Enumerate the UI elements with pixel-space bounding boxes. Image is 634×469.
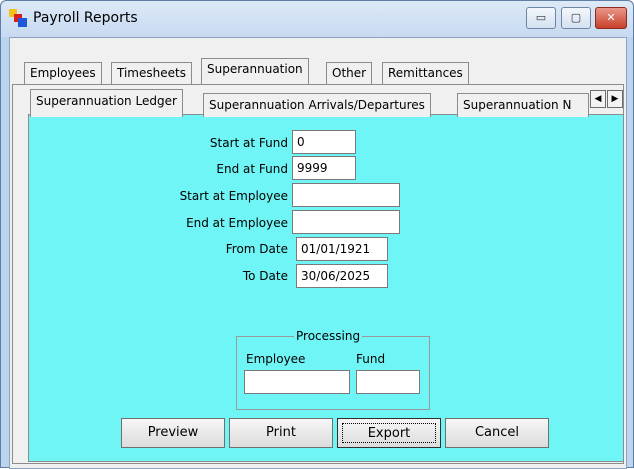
tab-superannuation-next[interactable]: Superannuation N (457, 93, 589, 117)
tab-other[interactable]: Other (326, 62, 373, 84)
tab-superannuation-ledger[interactable]: Superannuation Ledger (30, 89, 183, 117)
end-fund-label: End at Fund (216, 162, 288, 176)
tab-scroll-right-icon[interactable]: ▶ (607, 90, 623, 108)
processing-employee-label: Employee (246, 352, 306, 366)
end-employee-label: End at Employee (186, 216, 288, 230)
window-title: Payroll Reports (33, 10, 138, 26)
app-icon (9, 9, 27, 27)
cancel-button[interactable]: Cancel (445, 418, 549, 448)
tab-remittances[interactable]: Remittances (382, 62, 469, 84)
from-date-input[interactable]: 01/01/1921 (296, 237, 388, 261)
start-employee-input[interactable] (292, 183, 400, 207)
tab-scroll-left-icon[interactable]: ◀ (590, 90, 606, 108)
close-button[interactable]: ✕ (595, 7, 627, 29)
print-button[interactable]: Print (229, 418, 333, 448)
processing-group-title: Processing (294, 329, 363, 343)
tab-superannuation[interactable]: Superannuation (201, 58, 309, 84)
start-employee-label: Start at Employee (179, 189, 288, 203)
end-employee-input[interactable] (292, 210, 400, 234)
to-date-label: To Date (242, 269, 288, 283)
from-date-label: From Date (225, 242, 288, 256)
tab-timesheets[interactable]: Timesheets (111, 62, 192, 84)
export-button-label: Export (342, 423, 436, 443)
to-date-input[interactable]: 30/06/2025 (296, 264, 388, 288)
processing-fund-label: Fund (356, 352, 386, 366)
end-fund-input[interactable]: 9999 (292, 156, 356, 180)
processing-employee-input[interactable] (244, 370, 350, 394)
start-fund-label: Start at Fund (209, 136, 288, 150)
tab-superannuation-arrivals-departures[interactable]: Superannuation Arrivals/Departures (203, 93, 431, 117)
minimize-button[interactable]: ▭ (526, 7, 556, 29)
maximize-button[interactable]: ▢ (561, 7, 591, 29)
preview-button[interactable]: Preview (121, 418, 225, 448)
tab-employees[interactable]: Employees (24, 62, 102, 84)
title-bar[interactable]: Payroll Reports ▭ ▢ ✕ (1, 1, 633, 37)
processing-fund-input[interactable] (356, 370, 420, 394)
start-fund-input[interactable]: 0 (292, 130, 356, 154)
export-button[interactable]: Export (337, 418, 441, 448)
